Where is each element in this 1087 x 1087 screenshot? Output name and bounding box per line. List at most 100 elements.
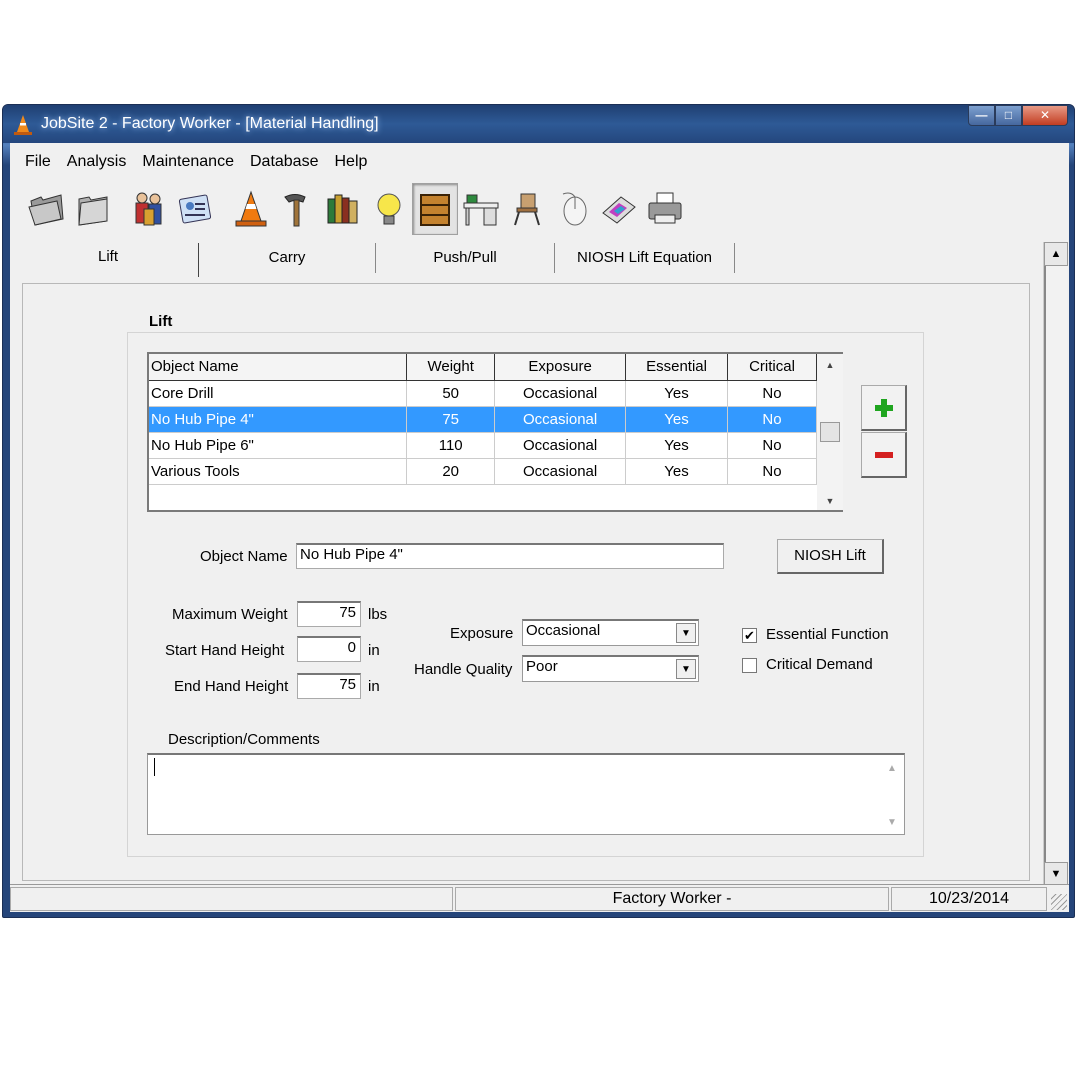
menu-help[interactable]: Help	[326, 151, 375, 173]
scroll-track[interactable]	[1044, 266, 1067, 862]
max-weight-unit: lbs	[368, 606, 388, 623]
main-vertical-scrollbar[interactable]: ▲ ▼	[1043, 242, 1068, 890]
handle-quality-select[interactable]: Poor ▼	[522, 655, 699, 682]
menu-maintenance[interactable]: Maintenance	[134, 151, 242, 173]
menu-file[interactable]: File	[17, 151, 59, 173]
id-card-icon[interactable]	[172, 183, 218, 235]
hammer-icon[interactable]	[274, 183, 320, 235]
list-scroll-down-icon[interactable]: ▼	[817, 496, 843, 506]
column-header-exposure[interactable]: Exposure	[494, 354, 627, 381]
books-icon[interactable]	[320, 183, 366, 235]
toolbar	[24, 179, 688, 239]
table-row-selected[interactable]: No Hub Pipe 4" 75 Occasional Yes No	[149, 406, 817, 433]
app-window: JobSite 2 - Factory Worker - [Material H…	[2, 104, 1075, 918]
cell-object-name: Core Drill	[149, 380, 408, 407]
column-header-object-name[interactable]: Object Name	[149, 354, 408, 381]
plus-icon	[874, 398, 893, 417]
list-scroll-up-icon[interactable]: ▲	[817, 354, 843, 370]
niosh-lift-button[interactable]: NIOSH Lift	[777, 539, 884, 574]
desk-icon[interactable]	[458, 183, 504, 235]
window-title: JobSite 2 - Factory Worker - [Material H…	[41, 115, 379, 132]
table-row[interactable]: No Hub Pipe 6" 110 Occasional Yes No	[149, 432, 817, 459]
maximize-button[interactable]: □	[995, 105, 1022, 126]
cell-object-name: No Hub Pipe 4"	[149, 406, 408, 433]
cell-weight: 75	[406, 406, 496, 433]
exposure-select[interactable]: Occasional ▼	[522, 619, 699, 646]
description-textarea[interactable]: ▲ ▼	[147, 753, 905, 835]
resize-grip-icon[interactable]	[1051, 894, 1067, 910]
tab-push-pull[interactable]: Push/Pull	[376, 243, 555, 273]
window-controls: — □ ✕	[968, 105, 1068, 127]
object-name-input[interactable]: No Hub Pipe 4"	[296, 543, 724, 569]
cell-exposure: Occasional	[494, 458, 627, 485]
minimize-button[interactable]: —	[968, 105, 995, 126]
start-height-unit: in	[368, 642, 380, 659]
essential-function-label: Essential Function	[766, 626, 889, 643]
cell-weight: 20	[406, 458, 496, 485]
list-scrollbar[interactable]: ▲ ▼	[817, 354, 843, 510]
status-center-text: Factory Worker -	[455, 887, 889, 911]
description-label: Description/Comments	[168, 731, 320, 748]
max-weight-label: Maximum Weight	[172, 606, 288, 623]
textarea-scrollbar[interactable]: ▲ ▼	[880, 755, 904, 834]
lift-objects-list[interactable]: Object Name Weight Exposure Essential Cr…	[147, 352, 843, 512]
exposure-selected-value: Occasional	[526, 622, 601, 639]
lift-objects-table: Object Name Weight Exposure Essential Cr…	[149, 354, 817, 485]
textarea-scroll-down-icon[interactable]: ▼	[880, 817, 904, 828]
status-bar: Factory Worker - 10/23/2014	[10, 884, 1069, 912]
menu-database[interactable]: Database	[242, 151, 327, 173]
scroll-down-button[interactable]: ▼	[1044, 862, 1068, 886]
open-folder-icon[interactable]	[24, 183, 70, 235]
cell-critical: No	[727, 458, 817, 485]
tab-niosh-lift-equation[interactable]: NIOSH Lift Equation	[555, 243, 735, 273]
end-height-unit: in	[368, 678, 380, 695]
text-cursor	[154, 758, 155, 776]
tab-lift[interactable]: Lift	[18, 243, 199, 277]
object-name-label: Object Name	[200, 548, 288, 565]
exposure-label: Exposure	[450, 625, 514, 642]
textarea-scroll-up-icon[interactable]: ▲	[880, 755, 904, 774]
max-weight-input[interactable]: 75	[297, 601, 361, 627]
chevron-down-icon[interactable]: ▼	[676, 659, 696, 679]
tab-carry[interactable]: Carry	[199, 243, 376, 273]
lift-panel: Lift Object Name Weight Exposure Essenti…	[22, 283, 1030, 881]
title-bar[interactable]: JobSite 2 - Factory Worker - [Material H…	[3, 105, 1074, 143]
handle-quality-label: Handle Quality	[414, 661, 513, 678]
cell-weight: 110	[406, 432, 496, 459]
scroll-up-button[interactable]: ▲	[1044, 242, 1068, 266]
menu-analysis[interactable]: Analysis	[59, 151, 135, 173]
cell-critical: No	[727, 432, 817, 459]
column-header-weight[interactable]: Weight	[406, 354, 496, 381]
client-area: File Analysis Maintenance Database Help	[10, 143, 1069, 912]
handle-quality-selected-value: Poor	[526, 658, 558, 675]
chair-icon[interactable]	[504, 183, 550, 235]
lightbulb-icon[interactable]	[366, 183, 412, 235]
start-height-input[interactable]: 0	[297, 636, 361, 662]
essential-function-checkbox[interactable]: ✔	[742, 628, 757, 643]
cell-exposure: Occasional	[494, 380, 627, 407]
cell-exposure: Occasional	[494, 406, 627, 433]
group-title: Lift	[149, 313, 173, 330]
table-row[interactable]: Core Drill 50 Occasional Yes No	[149, 380, 817, 407]
mouse-icon[interactable]	[550, 183, 596, 235]
remove-object-button[interactable]	[861, 432, 907, 478]
add-object-button[interactable]	[861, 385, 907, 431]
crate-icon[interactable]	[412, 183, 458, 235]
critical-demand-checkbox[interactable]	[742, 658, 757, 673]
close-button[interactable]: ✕	[1022, 105, 1068, 126]
keyboard-icon[interactable]	[596, 183, 642, 235]
chevron-down-icon[interactable]: ▼	[676, 623, 696, 643]
status-pane-left	[10, 887, 453, 911]
start-height-label: Start Hand Height	[165, 642, 285, 659]
end-height-input[interactable]: 75	[297, 673, 361, 699]
menu-bar: File Analysis Maintenance Database Help	[17, 151, 375, 173]
cell-critical: No	[727, 406, 817, 433]
column-header-essential[interactable]: Essential	[625, 354, 729, 381]
printer-icon[interactable]	[642, 183, 688, 235]
traffic-cone-icon[interactable]	[228, 183, 274, 235]
folder-icon[interactable]	[70, 183, 116, 235]
list-scroll-thumb[interactable]	[820, 422, 840, 442]
column-header-critical[interactable]: Critical	[727, 354, 817, 381]
workers-icon[interactable]	[126, 183, 172, 235]
table-row[interactable]: Various Tools 20 Occasional Yes No	[149, 458, 817, 485]
